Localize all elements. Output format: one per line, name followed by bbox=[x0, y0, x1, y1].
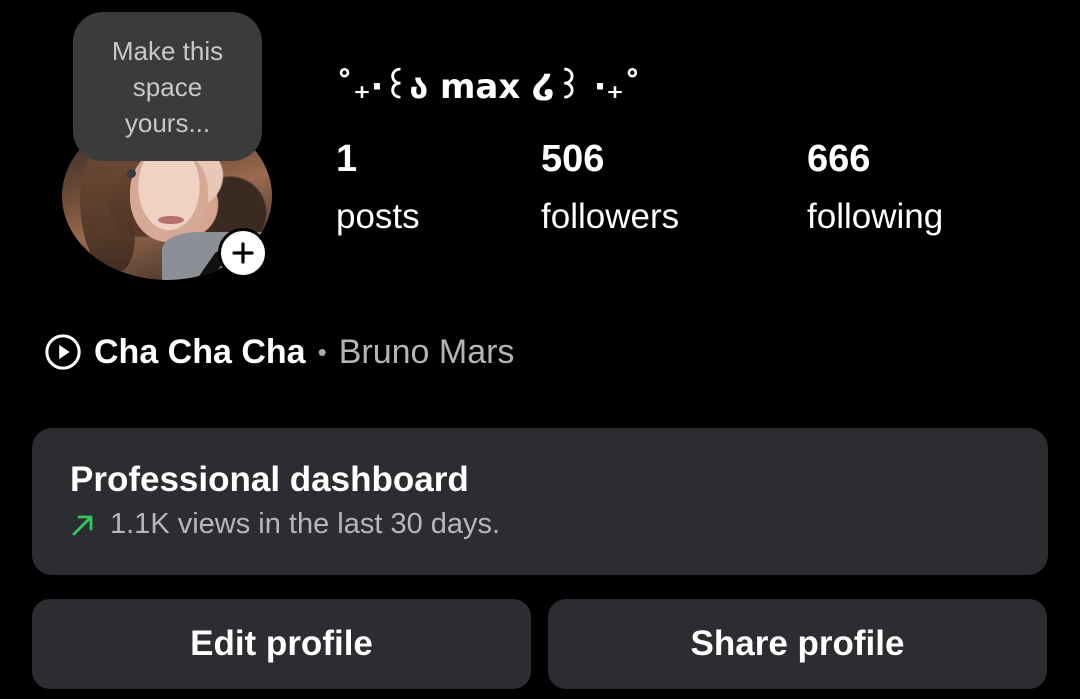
profile-music[interactable]: Cha Cha Cha • Bruno Mars bbox=[44, 332, 514, 372]
stat-posts[interactable]: 1 posts bbox=[336, 138, 420, 238]
professional-dashboard-card[interactable]: Professional dashboard 1.1K views in the… bbox=[32, 428, 1048, 575]
music-title: Cha Cha Cha bbox=[94, 332, 306, 371]
play-circle-icon bbox=[45, 334, 81, 370]
posts-count: 1 bbox=[336, 138, 358, 180]
share-profile-label: Share profile bbox=[690, 624, 905, 663]
following-label: following bbox=[807, 197, 944, 236]
edit-profile-label: Edit profile bbox=[190, 624, 373, 663]
music-artist: Bruno Mars bbox=[338, 332, 515, 371]
stat-followers[interactable]: 506 followers bbox=[541, 138, 679, 238]
note-bubble[interactable]: Make this space yours... bbox=[73, 12, 262, 161]
plus-icon bbox=[232, 242, 254, 264]
dashboard-subtitle-row: 1.1K views in the last 30 days. bbox=[70, 508, 1010, 541]
posts-label: posts bbox=[336, 197, 420, 236]
add-story-button[interactable] bbox=[218, 228, 268, 278]
username: ˚₊‧꒰ა max ໒꒱ ‧₊˚ bbox=[336, 67, 641, 107]
share-profile-button[interactable]: Share profile bbox=[548, 599, 1047, 689]
note-text: Make this space yours... bbox=[111, 35, 224, 138]
avatar-photo-lips bbox=[158, 216, 184, 224]
dashboard-subtitle: 1.1K views in the last 30 days. bbox=[110, 508, 501, 540]
trend-up-arrow-icon bbox=[72, 515, 93, 535]
music-separator: • bbox=[317, 336, 327, 367]
avatar-photo-hair bbox=[80, 152, 135, 272]
followers-label: followers bbox=[541, 197, 680, 236]
avatar-photo-face bbox=[130, 150, 208, 242]
following-count: 666 bbox=[807, 138, 871, 180]
edit-profile-button[interactable]: Edit profile bbox=[32, 599, 531, 689]
note-bubble-tail bbox=[127, 169, 136, 178]
followers-count: 506 bbox=[541, 138, 605, 180]
dashboard-title: Professional dashboard bbox=[70, 460, 469, 499]
stat-following[interactable]: 666 following bbox=[807, 138, 943, 238]
